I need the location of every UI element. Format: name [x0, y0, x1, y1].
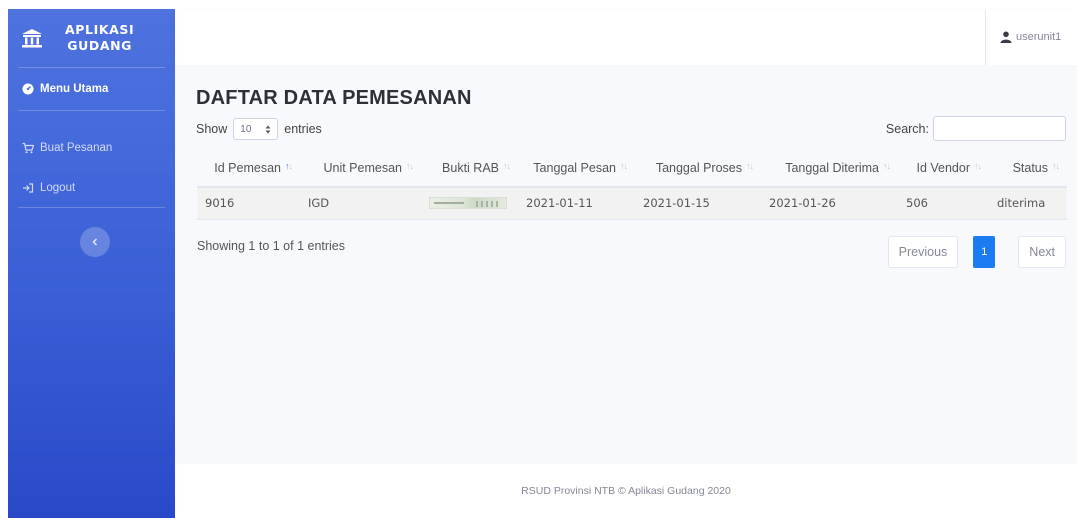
brand-name: APLIKASI GUDANG: [65, 22, 134, 54]
footer-text: RSUD Provinsi NTB © Aplikasi Gudang 2020: [521, 485, 731, 497]
cell-unit-pemesan: IGD: [300, 187, 421, 220]
university-icon: [22, 29, 42, 48]
entries-select[interactable]: 10: [233, 118, 279, 140]
column-header-tanggal-proses[interactable]: Tanggal Proses ↑↓: [635, 149, 761, 188]
column-header-tanggal-pesan[interactable]: Tanggal Pesan ↑↓: [518, 149, 635, 188]
page-button-current[interactable]: 1: [973, 236, 996, 268]
dashboard-icon: [22, 83, 34, 95]
sidebar-item-logout[interactable]: Logout: [8, 169, 175, 207]
column-header-id-vendor[interactable]: Id Vendor ↑↓: [898, 149, 989, 188]
main-content: DAFTAR DATA PEMESANAN Show 10 entries Se…: [175, 65, 1077, 464]
sidebar-divider: [18, 207, 165, 208]
sort-icon: ↑↓: [620, 160, 628, 171]
footer: RSUD Provinsi NTB © Aplikasi Gudang 2020: [175, 464, 1077, 518]
sidebar: APLIKASI GUDANG Menu Utama Buat Pesanan …: [8, 9, 175, 518]
sidebar-item-buat-pesanan[interactable]: Buat Pesanan: [8, 127, 175, 169]
cell-id-pemesan: 9016: [197, 187, 300, 220]
cell-bukti-rab: [421, 187, 518, 220]
cell-id-vendor: 506: [898, 187, 989, 220]
search-label: Search:: [885, 121, 929, 136]
rab-thumbnail-image[interactable]: [429, 197, 507, 210]
sort-icon: ↑↓: [1052, 160, 1060, 171]
sidebar-divider: [18, 110, 165, 111]
search-control: Search:: [886, 116, 1066, 141]
sort-icon: ↑↓: [883, 160, 891, 171]
sort-icon: ↑↓: [406, 160, 414, 171]
sort-icon: ↑↓: [746, 160, 754, 171]
cell-tanggal-proses: 2021-01-15: [635, 187, 761, 220]
logout-icon: [23, 183, 34, 193]
next-button[interactable]: Next: [1018, 236, 1066, 268]
search-input[interactable]: [933, 116, 1066, 141]
cart-icon: [22, 142, 34, 154]
sidebar-item-label: Buat Pesanan: [40, 142, 113, 154]
pagination: Previous 1 Next: [887, 236, 1066, 268]
column-header-tanggal-diterima[interactable]: Tanggal Diterima ↑↓: [761, 149, 898, 188]
entries-select-value: 10: [240, 123, 252, 135]
sort-arrows-icon: [265, 125, 271, 133]
page-title: DAFTAR DATA PEMESANAN: [196, 87, 472, 109]
column-header-unit-pemesan[interactable]: Unit Pemesan ↑↓: [300, 149, 421, 188]
entries-length-control: Show 10 entries: [196, 118, 322, 140]
topbar: userunit1: [175, 9, 1077, 65]
show-label: Show: [196, 122, 228, 136]
user-menu[interactable]: userunit1: [985, 9, 1077, 65]
sidebar-item-label: Menu Utama: [40, 83, 109, 95]
cell-tanggal-pesan: 2021-01-11: [518, 187, 635, 220]
sidebar-toggle-button[interactable]: [80, 227, 110, 257]
orders-table: Id Pemesan ↑↓ Unit Pemesan ↑↓ Bukti RAB ↑↓ …: [197, 149, 1067, 220]
column-header-id-pemesan[interactable]: Id Pemesan ↑↓: [197, 149, 300, 188]
column-header-bukti-rab[interactable]: Bukti RAB ↑↓: [421, 149, 518, 188]
sidebar-item-menu-utama[interactable]: Menu Utama: [8, 68, 175, 110]
table-row: 9016 IGD 2021-01-11 2021-01-15 2021-01-2…: [197, 187, 1067, 220]
brand-line-2: GUDANG: [67, 38, 133, 53]
sort-asc-icon: ↑↓: [285, 160, 293, 171]
user-icon: [1000, 31, 1012, 43]
chevron-left-icon: [92, 238, 98, 246]
brand-line-1: APLIKASI: [65, 22, 135, 37]
sort-icon: ↑↓: [503, 160, 511, 171]
table-info: Showing 1 to 1 of 1 entries: [197, 239, 346, 253]
cell-status: diterima: [989, 187, 1067, 220]
username: userunit1: [1016, 31, 1062, 43]
sidebar-item-label: Logout: [40, 182, 76, 194]
column-header-status[interactable]: Status ↑↓: [989, 149, 1067, 188]
entries-label: entries: [284, 122, 322, 136]
cell-tanggal-diterima: 2021-01-26: [761, 187, 898, 220]
sidebar-brand[interactable]: APLIKASI GUDANG: [8, 9, 175, 67]
table-header-row: Id Pemesan ↑↓ Unit Pemesan ↑↓ Bukti RAB ↑↓ …: [197, 149, 1067, 188]
sort-icon: ↑↓: [974, 160, 982, 171]
previous-button[interactable]: Previous: [887, 236, 959, 268]
